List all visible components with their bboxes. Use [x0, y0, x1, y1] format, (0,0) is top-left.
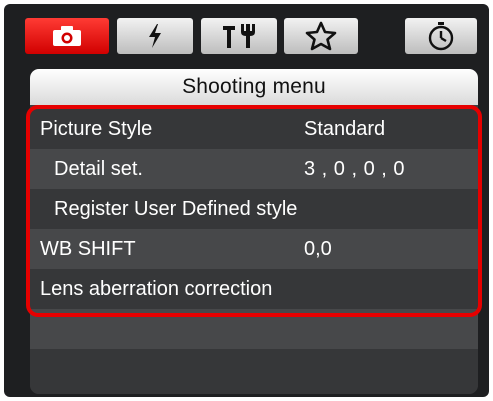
- menu-title: Shooting menu: [30, 69, 478, 105]
- menu-item-register-user-defined-style[interactable]: Register User Defined style: [30, 189, 478, 229]
- timer-icon: [427, 21, 455, 51]
- camera-menu-screen: Shooting menu Picture Style Standard Det…: [4, 4, 489, 397]
- tab-flash[interactable]: [117, 18, 193, 54]
- star-icon: [305, 21, 337, 51]
- menu-item-detail-set[interactable]: Detail set. 3 , 0 , 0 , 0: [30, 149, 478, 189]
- menu-item-wb-shift[interactable]: WB SHIFT 0,0: [30, 229, 478, 269]
- menu-item-value: 3 , 0 , 0 , 0: [304, 158, 406, 180]
- menu-item-picture-style[interactable]: Picture Style Standard: [30, 109, 478, 149]
- tab-my-menu[interactable]: [284, 18, 358, 54]
- tab-tools[interactable]: [201, 18, 277, 54]
- menu-item-label: Lens aberration correction: [40, 278, 273, 300]
- menu-item-label: WB SHIFT: [40, 238, 136, 260]
- menu-item-value: 0,0: [304, 238, 332, 260]
- menu-item-label: Picture Style: [40, 118, 153, 140]
- menu-item-label: Register User Defined style: [54, 198, 298, 220]
- menu-tab-bar: [25, 16, 477, 56]
- menu-empty-row: [30, 349, 478, 394]
- tools-icon: [219, 22, 259, 50]
- shooting-menu-panel: Shooting menu Picture Style Standard Det…: [30, 69, 478, 394]
- camera-icon: [52, 25, 82, 47]
- menu-item-value: Standard: [304, 118, 386, 140]
- menu-empty-row: [30, 309, 478, 349]
- menu-item-lens-aberration-correction[interactable]: Lens aberration correction: [30, 269, 478, 309]
- flash-bolt-icon: [146, 23, 164, 49]
- tab-shooting[interactable]: [25, 18, 109, 54]
- menu-item-label: Detail set.: [54, 158, 143, 180]
- tab-timer[interactable]: [405, 18, 477, 54]
